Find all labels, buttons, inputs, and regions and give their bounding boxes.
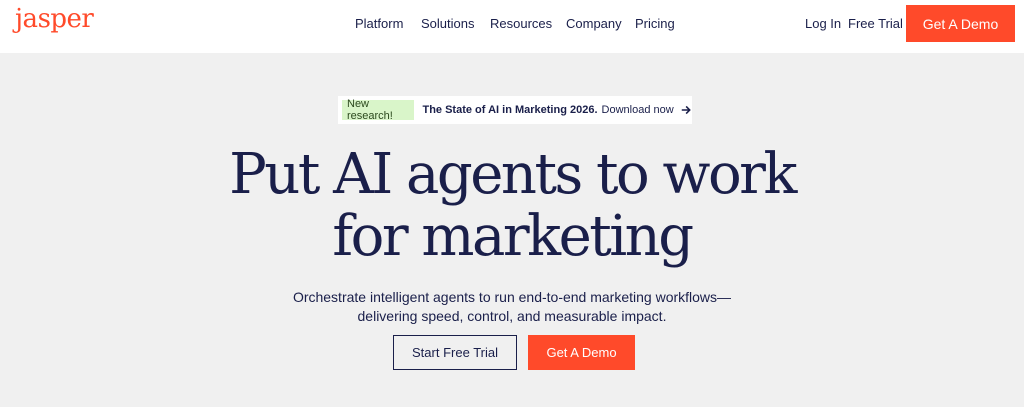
- headline-line-1: Put AI agents to work: [229, 142, 797, 207]
- hero-headline: Put AI agents to work for marketing: [0, 144, 1024, 268]
- headline-line-2: for marketing: [332, 204, 694, 269]
- download-now-link[interactable]: Download now: [602, 104, 674, 116]
- hero-subheadline: Orchestrate intelligent agents to run en…: [0, 288, 1024, 326]
- subheadline-line-1: Orchestrate intelligent agents to run en…: [292, 289, 732, 305]
- nav-platform[interactable]: Platform: [355, 16, 403, 31]
- nav-solutions[interactable]: Solutions: [421, 16, 474, 31]
- start-free-trial-button[interactable]: Start Free Trial: [393, 335, 517, 370]
- top-navigation: jasper Platform Solutions Resources Comp…: [0, 0, 1024, 53]
- nav-company[interactable]: Company: [566, 16, 622, 31]
- research-banner[interactable]: New research! The State of AI in Marketi…: [338, 96, 692, 124]
- login-link[interactable]: Log In: [805, 16, 841, 31]
- nav-resources[interactable]: Resources: [490, 16, 552, 31]
- free-trial-link[interactable]: Free Trial: [848, 16, 903, 31]
- nav-pricing[interactable]: Pricing: [635, 16, 675, 31]
- subheadline-line-2: delivering speed, control, and measurabl…: [357, 308, 667, 324]
- new-research-badge: New research!: [342, 98, 415, 122]
- arrow-right-icon: [681, 105, 691, 115]
- banner-title: The State of AI in Marketing 2026.: [422, 104, 598, 116]
- nav-get-demo-button[interactable]: Get A Demo: [906, 5, 1015, 42]
- jasper-logo[interactable]: jasper: [15, 4, 94, 34]
- hero-get-demo-button[interactable]: Get A Demo: [528, 335, 635, 370]
